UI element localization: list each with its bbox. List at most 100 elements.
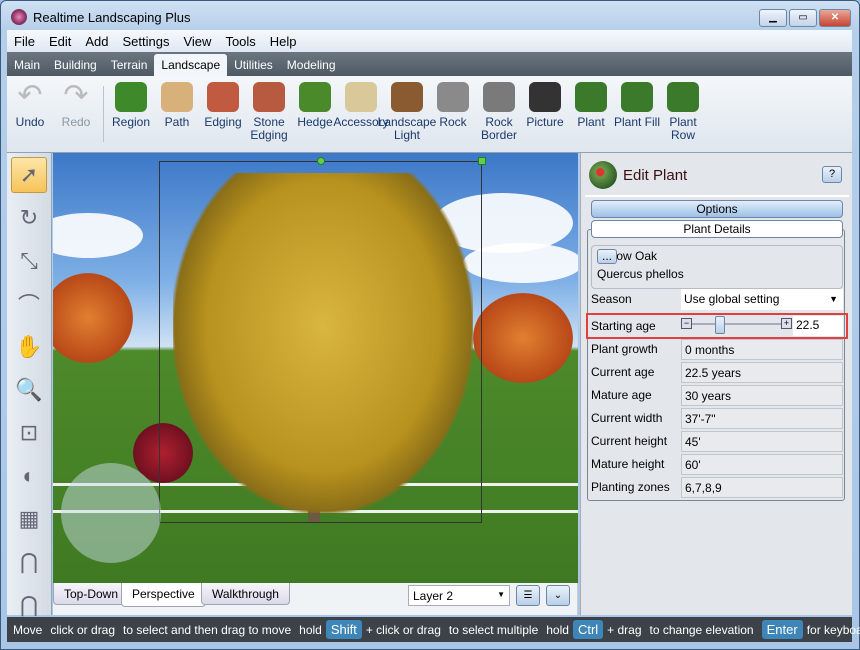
landscape-light-label: Landscape Light [377, 115, 437, 142]
plant-fill-button[interactable]: Plant Fill [614, 76, 660, 152]
undo-label: Undo [15, 115, 45, 129]
menu-help[interactable]: Help [263, 34, 304, 49]
menu-edit[interactable]: Edit [42, 34, 78, 49]
season-row: Season Use global setting [591, 289, 843, 310]
rock-button[interactable]: Rock [430, 76, 476, 152]
current-height-row: Current height 45' [591, 431, 843, 452]
edging-button[interactable]: Edging [200, 76, 246, 152]
current-age-row: Current age 22.5 years [591, 362, 843, 383]
starting-age-slider[interactable] [683, 323, 791, 325]
landscape-light-button[interactable]: Landscape Light [378, 76, 436, 152]
increase-button[interactable]: + [781, 318, 792, 329]
menu-view[interactable]: View [176, 34, 218, 49]
region-label: Region [111, 115, 151, 129]
status-text: + drag [607, 622, 642, 637]
menu-bar: File Edit Add Settings View Tools Help [7, 30, 852, 52]
field-value: 6,7,8,9 [681, 477, 843, 498]
hedge-button[interactable]: Hedge [292, 76, 338, 152]
field-label: Current height [591, 434, 668, 448]
3d-viewport[interactable] [53, 153, 578, 583]
panel-title: Edit Plant [623, 166, 688, 184]
select-arrow-tool[interactable]: ➚ [11, 157, 47, 193]
plant-row-icon [667, 82, 699, 112]
enter-key: Enter [761, 620, 803, 639]
minimize-button[interactable]: ▁ [759, 9, 787, 27]
menu-tools[interactable]: Tools [218, 34, 262, 49]
rotate-tool[interactable]: ↻ [11, 200, 47, 236]
mature-height-row: Mature height 60' [591, 454, 843, 475]
undo-button[interactable]: ↶ Undo [7, 76, 53, 152]
field-label: Current age [591, 365, 655, 379]
slider-thumb[interactable] [715, 316, 725, 334]
help-button[interactable]: ? [822, 166, 842, 183]
region-button[interactable]: Region [108, 76, 154, 152]
pan-hand-tool[interactable]: ✋ [11, 329, 47, 365]
plant-details-header[interactable]: Plant Details [591, 220, 843, 238]
tab-landscape[interactable]: Landscape [154, 54, 228, 76]
starting-age-label: Starting age [591, 319, 656, 333]
tab-walkthrough[interactable]: Walkthrough [201, 583, 290, 605]
plant-fill-label: Plant Fill [614, 115, 661, 129]
tab-building[interactable]: Building [47, 54, 104, 76]
pan-hand-icon: ✋ [15, 334, 43, 359]
path-label: Path [164, 115, 190, 129]
redo-button[interactable]: ↷ Redo [53, 76, 99, 152]
magnet-small-icon: ⋂ [19, 592, 39, 617]
browse-plant-button[interactable]: ... [597, 249, 617, 264]
zoom-extents-tool[interactable]: ⊡ [11, 415, 47, 451]
grid-tool[interactable]: ▦ [11, 501, 47, 537]
tab-main[interactable]: Main [7, 54, 47, 76]
tab-modeling[interactable]: Modeling [280, 54, 343, 76]
undo-icon: ↶ [17, 79, 43, 112]
options-button[interactable]: Options [591, 200, 843, 218]
maximize-button[interactable]: ▭ [789, 9, 817, 27]
tab-perspective[interactable]: Perspective [121, 583, 206, 607]
tab-top-down[interactable]: Top-Down [53, 583, 130, 605]
layer-dropdown-button[interactable]: ⌄ [546, 585, 570, 606]
zoom-tool[interactable]: 🔍 [11, 372, 47, 408]
window-title: Realtime Landscaping Plus [33, 9, 191, 25]
rock-border-button[interactable]: Rock Border [476, 76, 522, 152]
plant-label: Plant [577, 115, 605, 129]
path-button[interactable]: Path [154, 76, 200, 152]
plant-button[interactable]: Plant [568, 76, 614, 152]
camera-button[interactable]: Picture [522, 76, 568, 152]
season-label: Season [591, 292, 632, 306]
status-text: click or drag [50, 622, 116, 637]
curve-tool[interactable]: ⌒ [11, 286, 47, 322]
rock-label: Rock [439, 115, 467, 129]
decrease-button[interactable]: − [681, 318, 692, 329]
field-value: 0 months [681, 339, 843, 360]
shift-key: Shift [325, 620, 362, 639]
season-select[interactable]: Use global setting [681, 289, 843, 310]
current-width-row: Current width 37'-7" [591, 408, 843, 429]
menu-file[interactable]: File [7, 34, 42, 49]
field-value: 30 years [681, 385, 843, 406]
layer-value: Layer 2 [413, 589, 454, 603]
orbit-tool[interactable]: ◐ [11, 458, 47, 494]
starting-age-input[interactable]: 22.5 [793, 316, 843, 336]
rotate-icon: ↻ [19, 205, 39, 230]
navigation-widget[interactable] [61, 463, 161, 563]
rotate-handle[interactable] [317, 157, 325, 165]
tab-terrain[interactable]: Terrain [104, 54, 155, 76]
accessory-icon [345, 82, 377, 112]
menu-add[interactable]: Add [78, 34, 115, 49]
resize-handle[interactable] [478, 157, 486, 165]
layers-button[interactable]: ☰ [516, 585, 540, 606]
tab-utilities[interactable]: Utilities [227, 54, 280, 76]
layer-select[interactable]: Layer 2 [408, 585, 510, 606]
menu-settings[interactable]: Settings [116, 34, 177, 49]
stone-edging-button[interactable]: Stone Edging [246, 76, 292, 152]
left-toolbar: ➚ ↻ ⤡ ⌒ ✋ 🔍 ⊡ ◐ ▦ ⋂ ⋂ [7, 153, 52, 617]
ribbon-tabs: Main Building Terrain Landscape Utilities Mod… [7, 52, 852, 76]
plant-row-button[interactable]: Plant Row [660, 76, 706, 152]
status-mode: Move [13, 622, 43, 637]
orbit-icon: ◐ [22, 463, 36, 488]
resize-tool[interactable]: ⤡ [11, 243, 47, 279]
hedge-icon [299, 82, 331, 112]
plant-fill-icon [621, 82, 653, 112]
magnet-icon: ⋂ [19, 549, 39, 574]
magnet-tool[interactable]: ⋂ [11, 544, 47, 580]
close-button[interactable]: ✕ [819, 9, 851, 27]
